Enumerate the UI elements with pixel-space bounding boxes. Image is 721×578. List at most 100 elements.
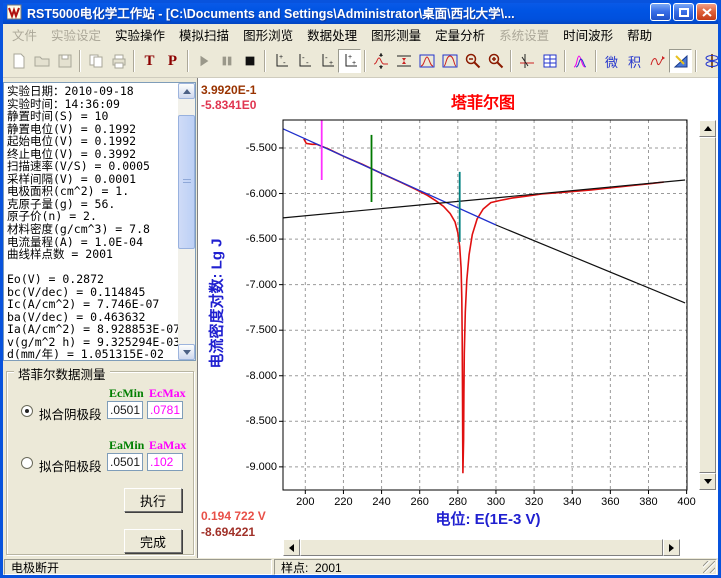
arrow-down-icon [183, 350, 191, 359]
ecmax-field[interactable]: .0781 [147, 401, 183, 419]
application-window: RST5000电化学工作站 - [C:\Documents and Settin… [0, 0, 721, 578]
ecmax-label: EcMax [149, 386, 186, 401]
maximize-button[interactable] [673, 3, 694, 21]
x-tick-label: 280 [443, 496, 473, 508]
chart-hscrollbar[interactable] [283, 539, 680, 556]
app-icon [7, 4, 23, 20]
param-line: d(mm/年) = 1.051315E-02 [7, 348, 179, 361]
chart-title: 塔菲尔图 [383, 89, 583, 113]
y-tick-label: -5.500 [235, 142, 277, 154]
fit-curve-box1-button[interactable] [415, 49, 438, 73]
close-button[interactable] [696, 3, 717, 21]
stop-button[interactable] [238, 49, 261, 73]
svg-text:-: - [306, 58, 309, 67]
axes-quadrant4-button[interactable]: ++ [338, 49, 361, 73]
sample-count-text: 样点: 2001 [281, 559, 342, 576]
menu-item[interactable]: 定量分析 [428, 23, 492, 46]
run-icon [192, 49, 215, 73]
fit-curve-box2-button[interactable] [438, 49, 461, 73]
rotate-3d-button[interactable] [700, 49, 721, 73]
cathodic-fit-radio[interactable] [21, 405, 33, 417]
x-tick-label: 340 [557, 496, 587, 508]
zoom-in-button[interactable] [484, 49, 507, 73]
toolbar-separator [187, 50, 189, 72]
integral-label: 积 [628, 52, 641, 71]
toolbar: T P +- -- -+ ++ 微 积 [3, 45, 718, 78]
data-table-button[interactable] [538, 49, 561, 73]
menu-item[interactable]: 帮助 [620, 23, 659, 46]
chart-vscrollbar[interactable] [699, 120, 716, 490]
resize-grip[interactable] [703, 561, 715, 573]
param-line: 起始电位(V) = 0.1992 [7, 135, 179, 148]
finish-button[interactable]: 完成 [124, 529, 182, 553]
compress-y-button[interactable] [392, 49, 415, 73]
vscroll-up-button[interactable] [699, 120, 716, 137]
toolbar-separator [364, 50, 366, 72]
anodic-fit-radio[interactable] [21, 457, 33, 469]
param-line: 材料密度(g/cm^3) = 7.8 [7, 223, 179, 236]
scroll-thumb[interactable] [178, 115, 195, 249]
vscroll-down-button[interactable] [699, 473, 716, 490]
menu-item[interactable]: 图形测量 [364, 23, 428, 46]
menu-item[interactable]: 数据处理 [300, 23, 364, 46]
measure-button[interactable] [669, 49, 692, 73]
vscroll-thumb[interactable] [699, 137, 716, 473]
axes-quadrant2-button[interactable]: -- [292, 49, 315, 73]
x-tick-label: 380 [633, 496, 663, 508]
minimize-button[interactable] [650, 3, 671, 21]
scroll-down-button[interactable] [178, 344, 195, 360]
copy-icon [84, 49, 107, 73]
toolbar-separator [695, 50, 697, 72]
toolbar-separator [133, 50, 135, 72]
toolbar-separator [264, 50, 266, 72]
param-line: Ic(A/cm^2) = 7.746E-07 [7, 298, 179, 311]
zoom-out-button[interactable] [461, 49, 484, 73]
hscroll-thumb[interactable] [300, 539, 663, 556]
hscroll-right-button[interactable] [663, 539, 680, 556]
scale-y-button[interactable] [369, 49, 392, 73]
svg-text:-: - [325, 53, 328, 62]
cathodic-fit-label: 拟合阴极段 [39, 404, 102, 423]
electrode-status: 电极断开 [4, 559, 272, 575]
y-tick-label: -7.500 [235, 324, 277, 336]
integral-button[interactable]: 积 [623, 49, 646, 73]
parameters-scrollbar[interactable] [178, 83, 195, 360]
hscroll-left-button[interactable] [283, 539, 300, 556]
x-tick-label: 400 [672, 496, 702, 508]
param-line: 实验日期：2010-09-18 [7, 85, 179, 98]
param-line: Eo(V) = 0.2872 [7, 273, 179, 286]
polarization-p-button[interactable]: P [161, 49, 184, 73]
anodic-fit-label: 拟合阳极段 [39, 456, 102, 475]
derivative-button[interactable]: 微 [600, 49, 623, 73]
x-axis-label: 电位: E(1E-3 V) [383, 508, 593, 529]
menu-item: 文件 [5, 23, 44, 46]
param-line: 扫描速率(V/S) = 0.0005 [7, 160, 179, 173]
pause-icon [215, 49, 238, 73]
menu-item[interactable]: 图形浏览 [236, 23, 300, 46]
scroll-up-button[interactable] [178, 83, 195, 99]
window-title: RST5000电化学工作站 - [C:\Documents and Settin… [27, 3, 648, 22]
cursor-x-readout: 3.9920E-1 [201, 83, 256, 97]
thumb-grip-icon [183, 179, 191, 185]
y-tick-label: -6.500 [235, 233, 277, 245]
eamax-field[interactable]: .102 [147, 453, 183, 471]
overlay-curves-button[interactable] [569, 49, 592, 73]
arrow-up-icon [183, 85, 191, 94]
menu-item[interactable]: 时间波形 [556, 23, 620, 46]
x-tick-label: 320 [519, 496, 549, 508]
menu-item[interactable]: 实验操作 [108, 23, 172, 46]
x-tick-label: 220 [328, 496, 358, 508]
smooth-curve-button[interactable] [646, 49, 669, 73]
svg-text:+: + [329, 60, 333, 67]
svg-text:-: - [283, 58, 286, 67]
execute-button[interactable]: 执行 [124, 488, 182, 512]
axes-quadrant1-button[interactable]: +- [269, 49, 292, 73]
axes-quadrant3-button[interactable]: -+ [315, 49, 338, 73]
new-file-icon [7, 49, 30, 73]
tafel-plot[interactable] [283, 120, 687, 490]
eamin-field[interactable]: .0501 [107, 453, 143, 471]
menu-item[interactable]: 模拟扫描 [172, 23, 236, 46]
ecmin-field[interactable]: .0501 [107, 401, 143, 419]
axis-cross-button[interactable] [515, 49, 538, 73]
tafel-t-button[interactable]: T [138, 49, 161, 73]
